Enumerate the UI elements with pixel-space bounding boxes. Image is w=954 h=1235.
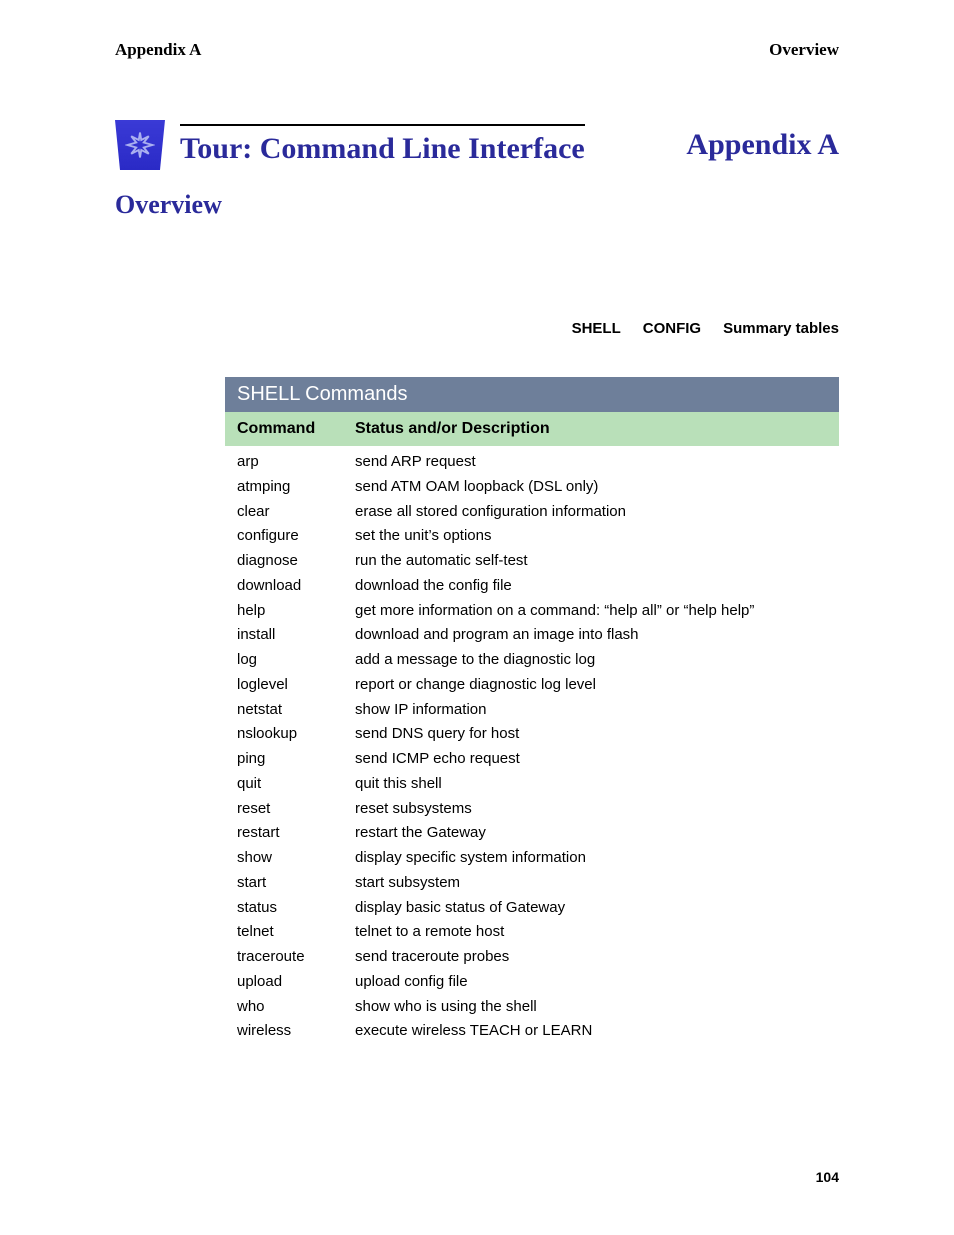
commands-table: SHELL Commands Command Status and/or Des… bbox=[225, 377, 839, 1048]
cmd-name: help bbox=[237, 599, 355, 624]
cmd-name: clear bbox=[237, 500, 355, 525]
title-row: Tour: Command Line Interface Appendix A bbox=[115, 120, 839, 170]
header-right: Overview bbox=[769, 40, 839, 60]
cmd-name: traceroute bbox=[237, 945, 355, 970]
cmd-name: status bbox=[237, 896, 355, 921]
cmd-name: diagnose bbox=[237, 549, 355, 574]
col-header-description: Status and/or Description bbox=[355, 420, 827, 438]
header-left: Appendix A bbox=[115, 40, 201, 60]
cmd-name: restart bbox=[237, 821, 355, 846]
table-row: whoshow who is using the shell bbox=[237, 995, 827, 1020]
tabs-row: SHELL CONFIG Summary tables bbox=[115, 320, 839, 337]
cmd-name: who bbox=[237, 995, 355, 1020]
cmd-description: show who is using the shell bbox=[355, 995, 827, 1020]
table-row: uploadupload config file bbox=[237, 970, 827, 995]
cmd-name: wireless bbox=[237, 1019, 355, 1044]
page-header: Appendix A Overview bbox=[115, 40, 839, 60]
cmd-description: send ICMP echo request bbox=[355, 747, 827, 772]
cmd-name: arp bbox=[237, 450, 355, 475]
main-title: Tour: Command Line Interface bbox=[180, 132, 585, 165]
tab-summary[interactable]: Summary tables bbox=[723, 320, 839, 337]
cmd-description: send ARP request bbox=[355, 450, 827, 475]
cmd-description: show IP information bbox=[355, 698, 827, 723]
table-row: quitquit this shell bbox=[237, 772, 827, 797]
cmd-name: upload bbox=[237, 970, 355, 995]
table-row: logadd a message to the diagnostic log bbox=[237, 648, 827, 673]
overview-heading: Overview bbox=[115, 190, 839, 220]
cmd-description: start subsystem bbox=[355, 871, 827, 896]
table-row: telnettelnet to a remote host bbox=[237, 920, 827, 945]
cmd-name: atmping bbox=[237, 475, 355, 500]
table-row: nslookupsend DNS query for host bbox=[237, 722, 827, 747]
table-row: startstart subsystem bbox=[237, 871, 827, 896]
col-header-command: Command bbox=[237, 420, 355, 438]
cmd-description: run the automatic self-test bbox=[355, 549, 827, 574]
table-row: pingsend ICMP echo request bbox=[237, 747, 827, 772]
cmd-description: send traceroute probes bbox=[355, 945, 827, 970]
cmd-name: log bbox=[237, 648, 355, 673]
cmd-description: download the config file bbox=[355, 574, 827, 599]
table-row: clearerase all stored configuration info… bbox=[237, 500, 827, 525]
table-row: wirelessexecute wireless TEACH or LEARN bbox=[237, 1019, 827, 1044]
cmd-description: execute wireless TEACH or LEARN bbox=[355, 1019, 827, 1044]
cmd-name: download bbox=[237, 574, 355, 599]
cmd-description: telnet to a remote host bbox=[355, 920, 827, 945]
cmd-name: netstat bbox=[237, 698, 355, 723]
cmd-description: upload config file bbox=[355, 970, 827, 995]
table-row: traceroutesend traceroute probes bbox=[237, 945, 827, 970]
tour-icon bbox=[115, 120, 165, 170]
cmd-description: display specific system information bbox=[355, 846, 827, 871]
table-row: loglevelreport or change diagnostic log … bbox=[237, 673, 827, 698]
cmd-name: telnet bbox=[237, 920, 355, 945]
cmd-description: restart the Gateway bbox=[355, 821, 827, 846]
table-row: helpget more information on a command: “… bbox=[237, 599, 827, 624]
cmd-name: nslookup bbox=[237, 722, 355, 747]
cmd-description: display basic status of Gateway bbox=[355, 896, 827, 921]
tab-config[interactable]: CONFIG bbox=[643, 320, 701, 337]
table-row: configureset the unit’s options bbox=[237, 524, 827, 549]
table-row: resetreset subsystems bbox=[237, 797, 827, 822]
table-row: diagnoserun the automatic self-test bbox=[237, 549, 827, 574]
cmd-description: erase all stored configuration informati… bbox=[355, 500, 827, 525]
cmd-name: show bbox=[237, 846, 355, 871]
table-row: restartrestart the Gateway bbox=[237, 821, 827, 846]
table-row: showdisplay specific system information bbox=[237, 846, 827, 871]
cmd-description: get more information on a command: “help… bbox=[355, 599, 827, 624]
table-header-row: Command Status and/or Description bbox=[225, 412, 839, 446]
table-row: statusdisplay basic status of Gateway bbox=[237, 896, 827, 921]
table-row: downloaddownload the config file bbox=[237, 574, 827, 599]
cmd-description: report or change diagnostic log level bbox=[355, 673, 827, 698]
cmd-name: install bbox=[237, 623, 355, 648]
appendix-title: Appendix A bbox=[686, 128, 839, 162]
cmd-name: loglevel bbox=[237, 673, 355, 698]
cmd-description: quit this shell bbox=[355, 772, 827, 797]
cmd-name: start bbox=[237, 871, 355, 896]
tab-shell[interactable]: SHELL bbox=[572, 320, 621, 337]
cmd-name: quit bbox=[237, 772, 355, 797]
cmd-description: send ATM OAM loopback (DSL only) bbox=[355, 475, 827, 500]
cmd-description: send DNS query for host bbox=[355, 722, 827, 747]
cmd-description: set the unit’s options bbox=[355, 524, 827, 549]
table-row: installdownload and program an image int… bbox=[237, 623, 827, 648]
page-number: 104 bbox=[816, 1169, 839, 1185]
table-row: atmpingsend ATM OAM loopback (DSL only) bbox=[237, 475, 827, 500]
table-row: netstatshow IP information bbox=[237, 698, 827, 723]
cmd-description: add a message to the diagnostic log bbox=[355, 648, 827, 673]
table-body: arpsend ARP requestatmpingsend ATM OAM l… bbox=[225, 446, 839, 1048]
cmd-name: configure bbox=[237, 524, 355, 549]
table-row: arpsend ARP request bbox=[237, 450, 827, 475]
cmd-name: ping bbox=[237, 747, 355, 772]
cmd-name: reset bbox=[237, 797, 355, 822]
cmd-description: download and program an image into flash bbox=[355, 623, 827, 648]
table-title: SHELL Commands bbox=[225, 377, 839, 412]
cmd-description: reset subsystems bbox=[355, 797, 827, 822]
